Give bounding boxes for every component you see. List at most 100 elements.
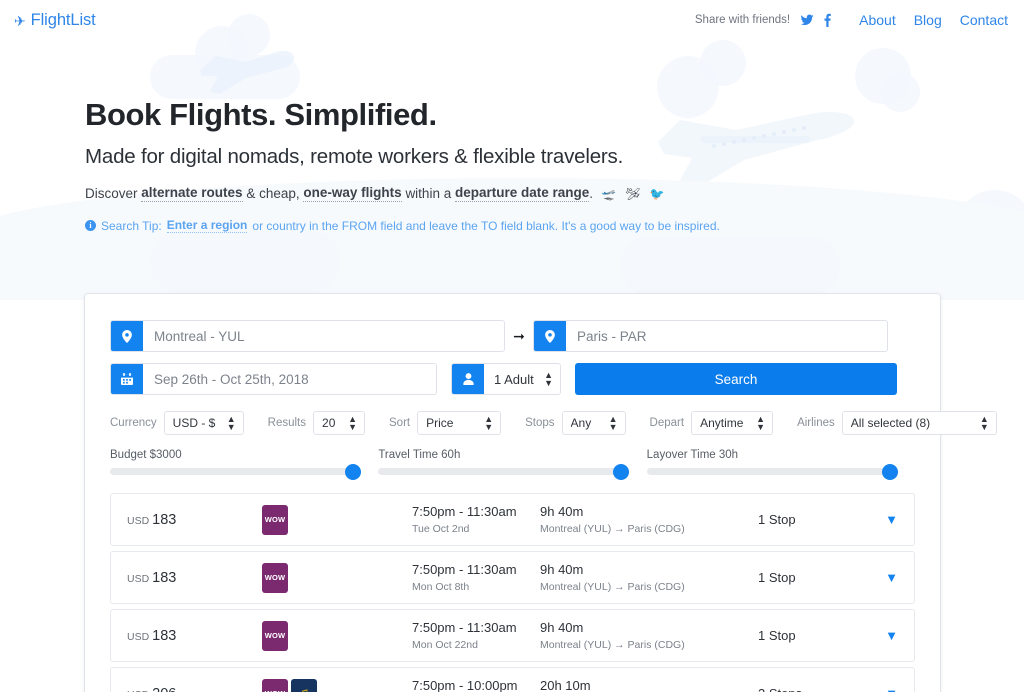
slider-label-travel-time: Travel Time 60h [378, 449, 461, 461]
airplane-watermark-small-icon [200, 50, 294, 94]
currency-selectbox[interactable]: USD - $ ▲ ▼ [163, 411, 244, 435]
twitter-icon[interactable] [800, 13, 814, 27]
airlines-select[interactable]: All selected (8) [842, 412, 996, 434]
flight-times: 7:50pm - 10:00pm Mon Oct 8th [412, 678, 540, 692]
layover-time-slider-track[interactable] [646, 463, 898, 480]
share-label: Share with friends! [694, 14, 791, 26]
sort-select[interactable]: Price [418, 412, 501, 434]
tip-prefix: Search Tip: [101, 218, 162, 233]
depart-select[interactable]: Anytime [692, 412, 773, 434]
table-row[interactable]: USD 183 WOW 7:50pm - 11:30am Mon Oct 8th … [110, 551, 915, 604]
to-field[interactable] [533, 320, 888, 352]
depart-selectbox[interactable]: Anytime ▲ ▼ [691, 411, 774, 435]
link-one-way-flights[interactable]: one-way flights [303, 185, 402, 203]
flight-time-range: 7:50pm - 10:00pm [412, 678, 518, 692]
from-input[interactable] [143, 321, 504, 351]
origin-destination-row: ➞ [110, 320, 915, 352]
cloud-shape [620, 236, 840, 296]
from-field[interactable] [110, 320, 505, 352]
nav-link-contact[interactable]: Contact [960, 12, 1008, 28]
filter-label-sort: Sort [389, 417, 411, 429]
nav-link-blog[interactable]: Blog [914, 12, 942, 28]
filter-stops: Stops Any ▲ ▼ [525, 411, 626, 435]
filters-row: Currency USD - $ ▲ ▼ Results 20 ▲ ▼ Sort P… [110, 411, 997, 435]
calendar-icon [111, 364, 143, 394]
cloud-shape [150, 230, 340, 294]
link-alternate-routes[interactable]: alternate routes [141, 185, 243, 203]
search-card: ➞ 1 Adult [85, 294, 997, 692]
airlines-selectbox[interactable]: All selected (8) ▲ ▼ [841, 411, 997, 435]
flight-results-list: USD 183 WOW 7:50pm - 11:30am Tue Oct 2nd … [110, 493, 915, 692]
stops-select[interactable]: Any [562, 412, 625, 434]
flight-duration: 20h 10m [540, 678, 591, 692]
person-icon [452, 364, 484, 394]
wow-air-logo: WOW [262, 562, 288, 593]
flight-price: USD 183 [127, 628, 262, 644]
passengers-field[interactable]: 1 Adult ▲ ▼ [451, 363, 561, 395]
discover-line: Discover alternate routes & cheap, one-w… [85, 185, 785, 203]
date-range-field[interactable] [110, 363, 437, 395]
date-range-input[interactable] [143, 364, 436, 394]
flight-duration-route: 9h 40m Montreal (YUL) → Paris (CDG) [540, 620, 758, 651]
facebook-icon[interactable] [823, 13, 832, 27]
passengers-select[interactable]: 1 Adult [484, 364, 560, 394]
arrow-right-icon: ➞ [513, 328, 525, 344]
page-title: Book Flights. Simplified. [85, 97, 437, 132]
travel-time-slider-track[interactable] [378, 463, 630, 480]
price-currency: USD [127, 572, 150, 585]
search-button[interactable]: Search [575, 363, 897, 395]
flight-price: USD 183 [127, 512, 262, 528]
slider-travel-time: Travel Time 60h [378, 449, 646, 480]
slider-budget: Budget $3000 [110, 449, 378, 480]
budget-slider-track[interactable] [110, 463, 361, 480]
flight-times: 7:50pm - 11:30am Tue Oct 2nd [412, 504, 540, 535]
flight-stops: 1 Stop [758, 512, 796, 527]
flight-stops: 1 Stop [758, 628, 796, 643]
nav-link-about[interactable]: About [859, 12, 896, 28]
table-row[interactable]: USD 183 WOW 7:50pm - 11:30am Mon Oct 22nd… [110, 609, 915, 662]
table-row[interactable]: USD206 WOW ♫ 7:50pm - 10:00pm Mon Oct 8t… [110, 667, 915, 692]
results-selectbox[interactable]: 20 ▲ ▼ [313, 411, 366, 435]
chevron-down-icon[interactable]: ▼ [868, 512, 898, 527]
flight-route: Montreal (YUL) → Paris (CDG) [540, 523, 685, 535]
price-currency: USD [127, 689, 149, 692]
table-row[interactable]: USD 183 WOW 7:50pm - 11:30am Tue Oct 2nd … [110, 493, 915, 546]
tip-rest: or country in the FROM field and leave t… [252, 218, 720, 233]
stops-selectbox[interactable]: Any ▲ ▼ [561, 411, 626, 435]
discover-mid2: within a [405, 186, 452, 202]
airline-logos: WOW ♫ [262, 678, 412, 692]
hero-section: Book Flights. Simplified. Made for digit… [85, 96, 785, 234]
budget-slider-knob[interactable] [345, 463, 361, 480]
flight-duration-route: 20h 10m Montreal (YUL) → Paris (BVA) [540, 678, 758, 692]
travel-emoji-icons: 🛫 🛩 🐦 [601, 186, 668, 201]
link-departure-date-range[interactable]: departure date range [454, 185, 590, 203]
page-subtitle: Made for digital nomads, remote workers … [85, 145, 624, 169]
dates-passengers-row: 1 Adult ▲▼ Search [110, 363, 915, 395]
travel-time-slider-knob[interactable] [613, 463, 630, 480]
ryanair-logo: ♫ [291, 678, 317, 692]
layover-time-slider-knob[interactable] [881, 463, 898, 480]
chevron-down-icon[interactable]: ▼ [868, 686, 898, 692]
filter-label-depart: Depart [649, 417, 685, 429]
slider-label-layover-time: Layover Time 30h [646, 449, 739, 461]
airline-logos: WOW [262, 504, 412, 535]
chevron-down-icon[interactable]: ▼ [868, 628, 898, 643]
flight-stops: 1 Stop [758, 570, 796, 585]
sort-selectbox[interactable]: Price ▲ ▼ [417, 411, 502, 435]
cloud-shape [855, 48, 911, 104]
currency-select[interactable]: USD - $ [164, 412, 243, 434]
to-input[interactable] [566, 321, 887, 351]
chevron-down-icon[interactable]: ▼ [868, 570, 898, 585]
flight-time-range: 7:50pm - 11:30am [412, 504, 517, 519]
brand-logo[interactable]: ✈ FlightList [14, 11, 96, 30]
discover-lead: Discover [85, 186, 138, 202]
results-select[interactable]: 20 [314, 412, 365, 434]
cloud-shape [700, 40, 746, 86]
flight-date: Mon Oct 8th [412, 581, 470, 593]
filter-currency: Currency USD - $ ▲ ▼ [110, 411, 244, 435]
filter-airlines: Airlines All selected (8) ▲ ▼ [797, 411, 997, 435]
filter-results: Results 20 ▲ ▼ [268, 411, 366, 435]
flight-times: 7:50pm - 11:30am Mon Oct 8th [412, 562, 540, 593]
wow-air-logo: WOW [262, 678, 288, 692]
link-enter-a-region[interactable]: Enter a region [166, 218, 248, 234]
